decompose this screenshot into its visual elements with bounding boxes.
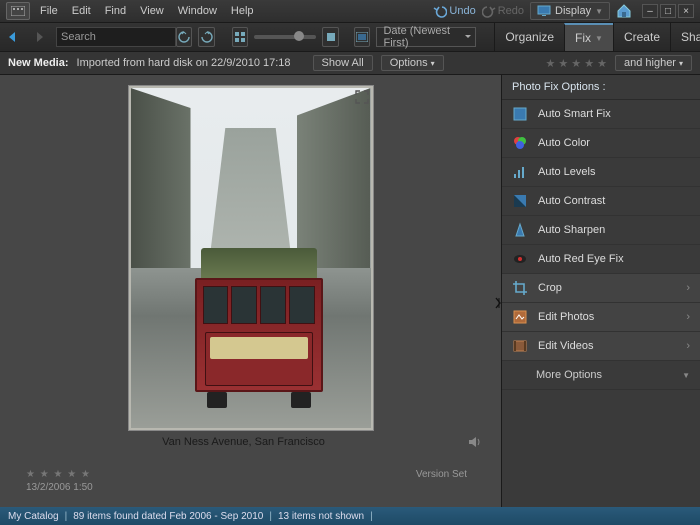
rotate-left-icon [178, 31, 190, 43]
new-media-label: New Media: [8, 57, 69, 69]
redo-label: Redo [498, 5, 524, 17]
fix-edit-videos[interactable]: Edit Videos › [502, 332, 700, 361]
fix-label: Edit Videos [538, 340, 593, 352]
thumb-small-button[interactable] [232, 27, 248, 47]
crop-icon [512, 280, 528, 296]
menu-find[interactable]: Find [105, 5, 126, 17]
and-higher-dropdown[interactable]: and higher▾ [615, 55, 692, 71]
fix-panel: Photo Fix Options : Auto Smart Fix Auto … [501, 75, 700, 507]
window-maximize[interactable]: □ [660, 4, 676, 18]
more-options-dropdown[interactable]: More Options ▼ [502, 361, 700, 390]
version-set-label: Version Set [416, 469, 467, 480]
fix-label: Auto Contrast [538, 195, 605, 207]
fix-auto-sharpen[interactable]: Auto Sharpen [502, 216, 700, 245]
rotate-right-button[interactable] [198, 27, 214, 47]
fix-crop[interactable]: Crop › [502, 274, 700, 303]
panel-collapse-handle[interactable] [494, 291, 501, 315]
audio-icon[interactable] [467, 435, 481, 449]
fix-auto-smart-fix[interactable]: Auto Smart Fix [502, 100, 700, 129]
tab-create[interactable]: Create [613, 23, 670, 51]
more-options-label: More Options [536, 369, 602, 381]
grid-small-icon [235, 32, 245, 42]
fix-label: Crop [538, 282, 562, 294]
chevron-right-icon: › [686, 311, 690, 323]
sort-label: Date (Newest First) [383, 25, 459, 49]
thumb-size-slider[interactable] [254, 35, 316, 39]
contrast-icon [512, 193, 528, 209]
undo-icon [433, 4, 447, 18]
levels-icon [512, 164, 528, 180]
arrow-right-icon [31, 30, 47, 44]
fix-edit-photos[interactable]: Edit Photos › [502, 303, 700, 332]
color-icon [512, 135, 528, 151]
main-toolbar: Search Date (Newest First) Organize Fix▼… [0, 23, 700, 52]
photo-caption: Van Ness Avenue, San Francisco [20, 436, 467, 448]
smartfix-icon [512, 106, 528, 122]
expand-icon[interactable] [355, 90, 369, 104]
chevron-right-icon: › [686, 282, 690, 294]
window-close[interactable]: × [678, 4, 694, 18]
fix-auto-levels[interactable]: Auto Levels [502, 158, 700, 187]
sort-dropdown[interactable]: Date (Newest First) [376, 27, 476, 47]
undo-button[interactable]: Undo [433, 4, 475, 18]
single-icon [326, 32, 336, 42]
filter-bar: New Media: Imported from hard disk on 22… [0, 52, 700, 75]
monitor-icon [537, 5, 551, 17]
undo-label: Undo [449, 5, 475, 17]
new-media-text: Imported from hard disk on 22/9/2010 17:… [77, 57, 291, 69]
edit-videos-icon [512, 338, 528, 354]
fix-label: Edit Photos [538, 311, 594, 323]
menu-edit[interactable]: Edit [72, 5, 91, 17]
rotate-left-button[interactable] [176, 27, 192, 47]
edit-photos-icon [512, 309, 528, 325]
menu-window[interactable]: Window [178, 5, 217, 17]
search-placeholder: Search [61, 31, 96, 43]
status-bar: My Catalog | 89 items found dated Feb 20… [0, 507, 700, 525]
display-dropdown[interactable]: Display ▼ [530, 2, 610, 20]
tab-fix[interactable]: Fix▼ [564, 23, 613, 51]
fix-label: Auto Sharpen [538, 224, 605, 236]
fix-label: Auto Levels [538, 166, 595, 178]
options-dropdown[interactable]: Options▾ [381, 55, 444, 71]
thumb-large-button[interactable] [322, 27, 338, 47]
menu-help[interactable]: Help [231, 5, 254, 17]
photo-date: 13/2/2006 1:50 [26, 482, 93, 493]
fix-label: Auto Smart Fix [538, 108, 611, 120]
fix-auto-color[interactable]: Auto Color [502, 129, 700, 158]
app-logo [6, 2, 30, 20]
redo-button[interactable]: Redo [482, 4, 524, 18]
redeye-icon [512, 251, 528, 267]
status-found: 89 items found dated Feb 2006 - Sep 2010 [73, 511, 263, 522]
window-minimize[interactable]: – [642, 4, 658, 18]
rating-filter[interactable]: ★ ★ ★ ★ ★ [545, 57, 607, 70]
menu-file[interactable]: File [40, 5, 58, 17]
home-icon[interactable] [616, 3, 632, 19]
show-all-button[interactable]: Show All [313, 55, 373, 71]
status-catalog: My Catalog [8, 511, 59, 522]
arrow-left-icon [5, 30, 21, 44]
chevron-right-icon: › [686, 340, 690, 352]
tab-share[interactable]: Share [670, 23, 700, 51]
nav-back[interactable] [2, 27, 24, 47]
fix-label: Auto Color [538, 137, 590, 149]
rotate-right-icon [201, 31, 213, 43]
menu-bar: File Edit Find View Window Help Undo Red… [0, 0, 700, 23]
fix-label: Auto Red Eye Fix [538, 253, 624, 265]
tab-organize[interactable]: Organize [494, 23, 564, 51]
panel-title: Photo Fix Options : [502, 75, 700, 100]
search-input[interactable]: Search [56, 27, 176, 47]
photo-canvas: Van Ness Avenue, San Francisco ★ ★ ★ ★ ★… [0, 75, 501, 507]
redo-icon [482, 4, 496, 18]
menu-view[interactable]: View [140, 5, 164, 17]
fullscreen-icon [356, 32, 368, 42]
fix-auto-red-eye[interactable]: Auto Red Eye Fix [502, 245, 700, 274]
fullscreen-button[interactable] [354, 27, 370, 47]
nav-forward[interactable] [28, 27, 50, 47]
fix-auto-contrast[interactable]: Auto Contrast [502, 187, 700, 216]
status-not-shown: 13 items not shown [278, 511, 364, 522]
display-label: Display [555, 5, 591, 17]
photo-rating[interactable]: ★ ★ ★ ★ ★ [26, 469, 91, 480]
sharpen-icon [512, 222, 528, 238]
photo-thumbnail[interactable] [128, 85, 374, 431]
